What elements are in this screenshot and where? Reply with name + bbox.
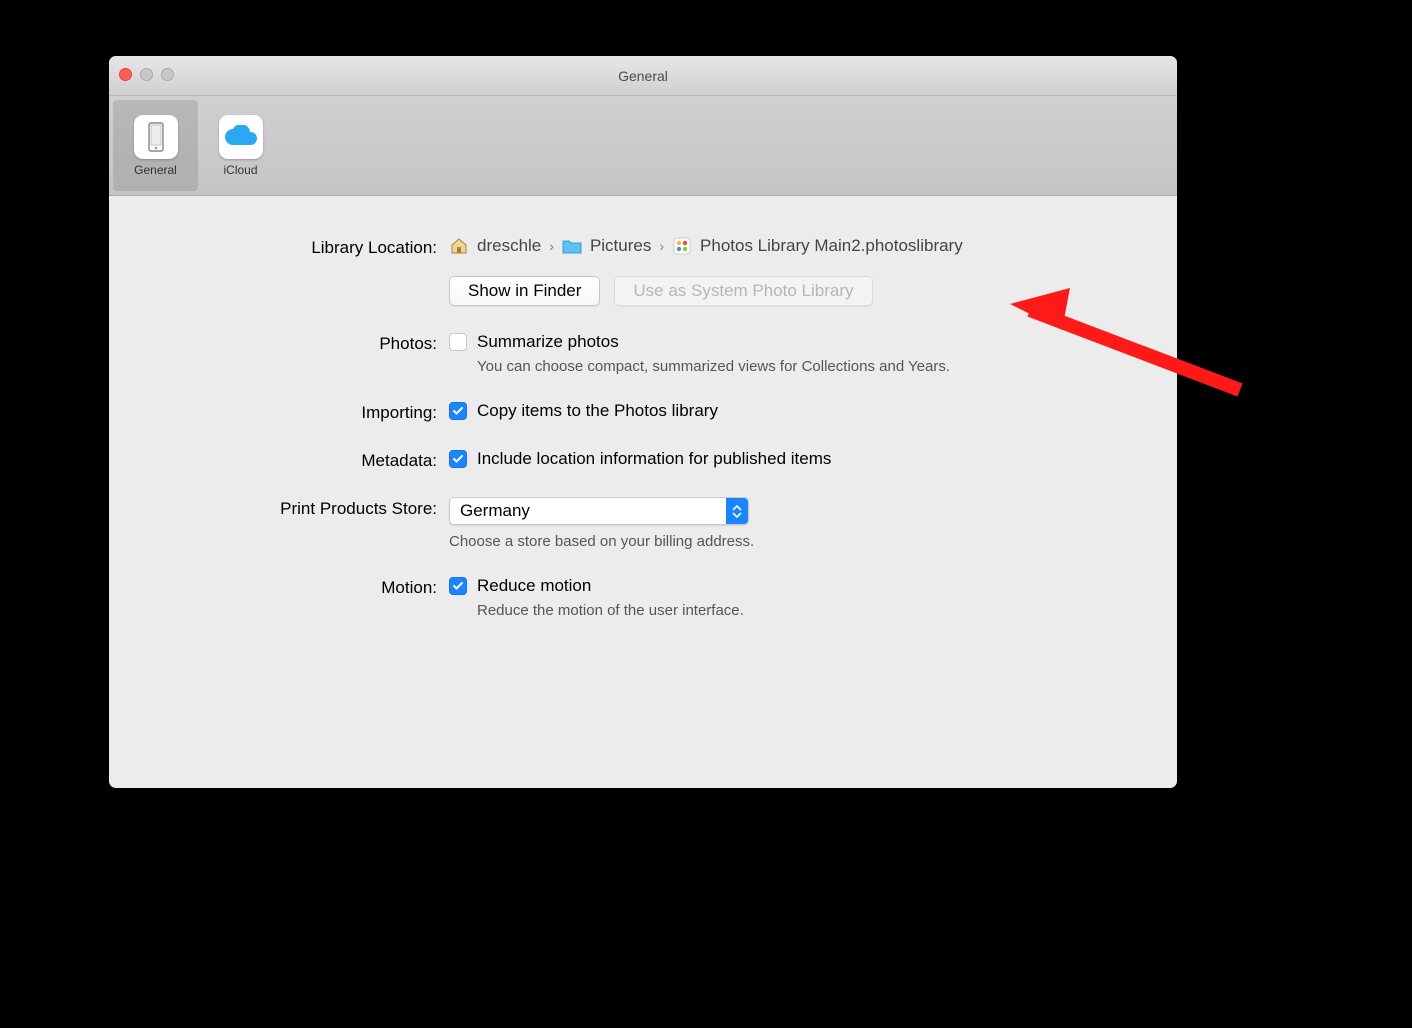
breadcrumb: dreschle › Pictures › Photos Library Mai… xyxy=(449,236,1117,256)
chevron-right-icon: › xyxy=(549,238,554,254)
breadcrumb-item[interactable]: dreschle xyxy=(477,236,541,256)
zoom-button[interactable] xyxy=(161,68,174,81)
photos-library-icon xyxy=(672,238,692,254)
include-location-checkbox[interactable] xyxy=(449,450,467,468)
toolbar: General iCloud xyxy=(109,96,1177,196)
row-library-location: Library Location: dreschle › Pictures › xyxy=(169,236,1117,306)
show-in-finder-button[interactable]: Show in Finder xyxy=(449,276,600,306)
chevron-right-icon: › xyxy=(659,238,664,254)
summarize-photos-checkbox[interactable] xyxy=(449,333,467,351)
tab-icloud-label: iCloud xyxy=(223,163,257,177)
copy-items-checkbox[interactable] xyxy=(449,402,467,420)
chevron-up-down-icon xyxy=(726,498,748,524)
label-motion: Motion: xyxy=(169,576,449,598)
summarize-photos-hint: You can choose compact, summarized views… xyxy=(477,358,1117,375)
reduce-motion-checkbox[interactable] xyxy=(449,577,467,595)
row-store: Print Products Store: Germany Choose a s… xyxy=(169,497,1117,550)
breadcrumb-item[interactable]: Photos Library Main2.photoslibrary xyxy=(700,236,963,256)
store-hint: Choose a store based on your billing add… xyxy=(449,533,1117,550)
titlebar: General xyxy=(109,56,1177,96)
reduce-motion-hint: Reduce the motion of the user interface. xyxy=(477,602,1117,619)
breadcrumb-item[interactable]: Pictures xyxy=(590,236,651,256)
window-title: General xyxy=(618,68,668,84)
store-select-value: Germany xyxy=(450,498,726,524)
tab-general[interactable]: General xyxy=(113,100,198,191)
row-photos: Photos: Summarize photos You can choose … xyxy=(169,332,1117,375)
label-photos: Photos: xyxy=(169,332,449,354)
use-as-system-library-button: Use as System Photo Library xyxy=(614,276,872,306)
preferences-window: General General iCloud Library Loc xyxy=(109,56,1177,788)
reduce-motion-label: Reduce motion xyxy=(477,576,591,596)
copy-items-label: Copy items to the Photos library xyxy=(477,401,718,421)
content: Library Location: dreschle › Pictures › xyxy=(109,196,1177,685)
general-icon xyxy=(134,115,178,159)
icloud-icon xyxy=(219,115,263,159)
label-store: Print Products Store: xyxy=(169,497,449,519)
home-folder-icon xyxy=(449,238,469,254)
row-importing: Importing: Copy items to the Photos libr… xyxy=(169,401,1117,423)
include-location-label: Include location information for publish… xyxy=(477,449,831,469)
row-motion: Motion: Reduce motion Reduce the motion … xyxy=(169,576,1117,619)
minimize-button[interactable] xyxy=(140,68,153,81)
window-controls xyxy=(119,68,174,81)
label-importing: Importing: xyxy=(169,401,449,423)
summarize-photos-label: Summarize photos xyxy=(477,332,619,352)
pictures-folder-icon xyxy=(562,238,582,254)
store-select[interactable]: Germany xyxy=(449,497,749,525)
tab-general-label: General xyxy=(134,163,177,177)
row-metadata: Metadata: Include location information f… xyxy=(169,449,1117,471)
label-library-location: Library Location: xyxy=(169,236,449,258)
label-metadata: Metadata: xyxy=(169,449,449,471)
close-button[interactable] xyxy=(119,68,132,81)
tab-icloud[interactable]: iCloud xyxy=(198,96,283,195)
